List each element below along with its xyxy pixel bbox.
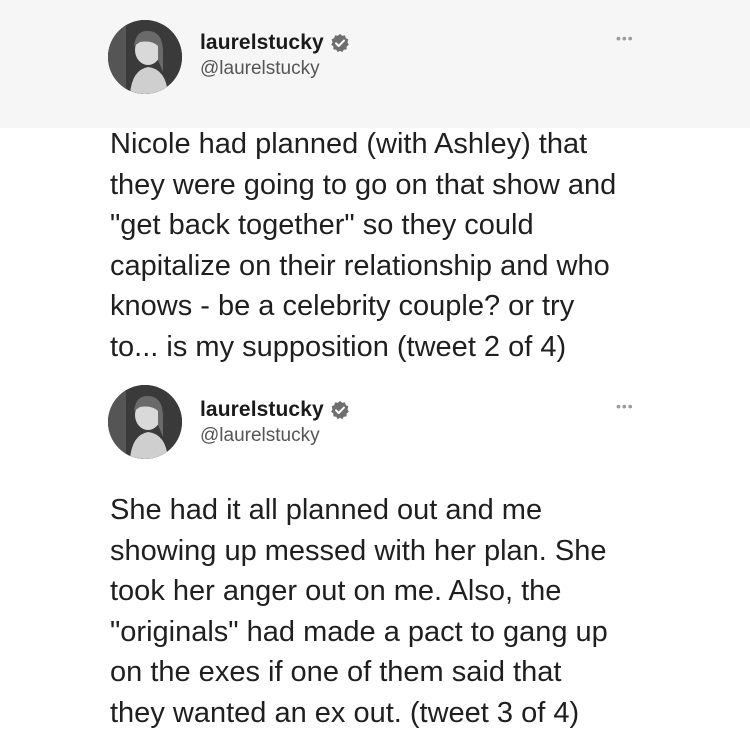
username[interactable]: @laurelstucky [200, 58, 350, 80]
more-options-icon[interactable]: ••• [616, 398, 634, 414]
avatar[interactable] [108, 385, 182, 459]
tweet-card: laurelstucky @laurelstucky ••• She had i… [0, 372, 750, 729]
author-block: laurelstucky @laurelstucky [200, 30, 350, 80]
tweet-line: knows - be a celebrity couple? or try [110, 290, 575, 322]
tweet-line: She had it all planned out and me [110, 494, 543, 526]
tweet-line: capitalize on their relationship and who [110, 249, 610, 282]
tweet-line: took her anger out on me. Also, the [110, 575, 562, 607]
tweet-line: on the exes if one of them said that [110, 656, 562, 688]
verified-badge-icon [330, 400, 350, 420]
tweet-text: She had it all planned out and me showin… [110, 490, 710, 733]
display-name[interactable]: laurelstucky [200, 398, 324, 422]
tweet-line: to... is my supposition (tweet 2 of 4) [110, 330, 567, 363]
author-block: laurelstucky @laurelstucky [200, 397, 350, 447]
tweet-line: showing up messed with her plan. She [110, 534, 607, 567]
tweet-line: "originals" had made a pact to gang up [110, 615, 608, 648]
username[interactable]: @laurelstucky [200, 425, 350, 447]
avatar[interactable] [108, 20, 182, 94]
tweet-text: Nicole had planned (with Ashley) that th… [110, 124, 710, 367]
tweet-card: laurelstucky @laurelstucky ••• Nicole ha… [0, 0, 750, 372]
verified-badge-icon [330, 33, 350, 53]
display-name[interactable]: laurelstucky [200, 31, 324, 55]
name-row: laurelstucky [200, 397, 350, 423]
tweet-line: they wanted an ex out. (tweet 3 of 4) [110, 696, 580, 729]
more-options-icon[interactable]: ••• [616, 30, 634, 46]
tweet-line: Nicole had planned (with Ashley) that [110, 128, 588, 160]
name-row: laurelstucky [200, 30, 350, 56]
tweet-line: "get back together" so they could [110, 209, 534, 241]
tweet-line: they were going to go on that show and [110, 168, 617, 201]
